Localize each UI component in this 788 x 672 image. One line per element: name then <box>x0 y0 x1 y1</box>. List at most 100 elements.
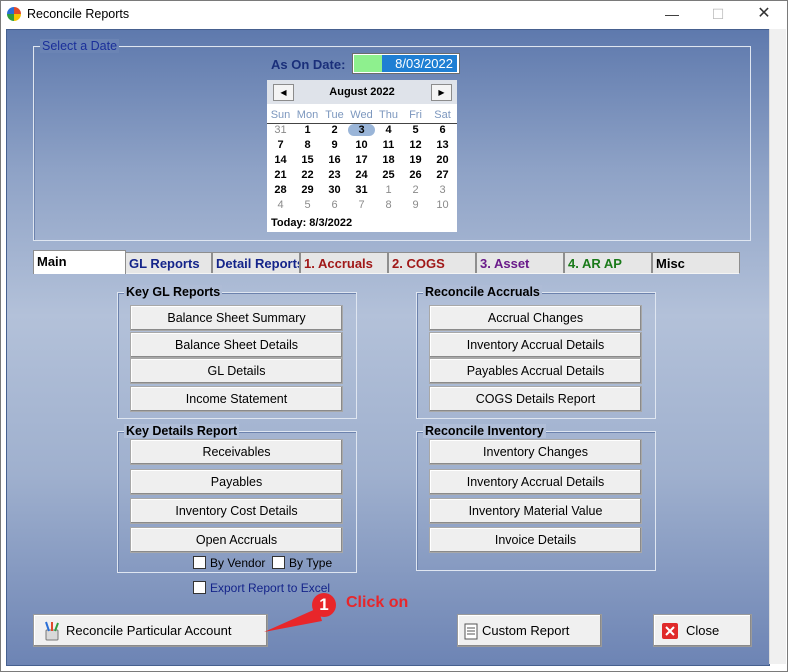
calendar-day[interactable]: 23 <box>321 169 348 181</box>
invoice-details-button[interactable]: Invoice Details <box>429 527 642 553</box>
calendar-day[interactable]: 16 <box>321 154 348 166</box>
custom-report-button[interactable]: Custom Report <box>457 614 602 647</box>
as-on-date-field[interactable]: 8/03/2022 <box>352 53 460 74</box>
calendar-day[interactable]: 2 <box>321 124 348 136</box>
date-field-value: 8/03/2022 <box>395 56 453 71</box>
calendar-weekday: Wed <box>350 109 373 121</box>
reconcile-inventory-title: Reconcile Inventory <box>423 424 546 438</box>
reconcile-particular-account-label: Reconcile Particular Account <box>66 623 232 638</box>
app-logo-icon <box>7 7 21 21</box>
by-type-label: By Type <box>289 556 333 570</box>
minimize-button[interactable]: — <box>649 1 695 29</box>
calendar-weekdays: Sun Mon Tue Wed Thu Fri Sat <box>267 109 457 124</box>
calendar-day[interactable]: 31 <box>348 184 375 196</box>
close-label: Close <box>686 623 720 638</box>
tab-detail-reports[interactable]: Detail Reports <box>212 252 300 273</box>
tab-misc[interactable]: Misc <box>652 252 740 273</box>
by-vendor-label: By Vendor <box>210 556 266 570</box>
calendar-day[interactable]: 13 <box>429 139 456 151</box>
calendar-day[interactable]: 3 <box>348 124 375 136</box>
gl-details-button[interactable]: GL Details <box>130 358 343 384</box>
window-title: Reconcile Reports <box>27 7 130 21</box>
calendar-day[interactable]: 1 <box>294 124 321 136</box>
calendar-day[interactable]: 10 <box>348 139 375 151</box>
calendar-day[interactable]: 7 <box>267 139 294 151</box>
tab-ar-ap[interactable]: 4. AR AP <box>564 252 652 273</box>
calendar-day[interactable]: 9 <box>402 199 429 211</box>
receivables-button[interactable]: Receivables <box>130 439 343 465</box>
calendar-day[interactable]: 20 <box>429 154 456 166</box>
reconcile-particular-account-button[interactable]: Reconcile Particular Account <box>33 614 268 647</box>
income-statement-button[interactable]: Income Statement <box>130 386 343 412</box>
tab-accruals[interactable]: 1. Accruals <box>300 252 388 273</box>
calendar-day[interactable]: 24 <box>348 169 375 181</box>
calendar-day[interactable]: 7 <box>348 199 375 211</box>
calendar-day[interactable]: 30 <box>321 184 348 196</box>
export-excel-checkbox[interactable] <box>193 581 206 594</box>
balance-sheet-summary-button[interactable]: Balance Sheet Summary <box>130 305 343 331</box>
calendar-day[interactable]: 27 <box>429 169 456 181</box>
calendar-day[interactable]: 5 <box>402 124 429 136</box>
tab-cogs[interactable]: 2. COGS <box>388 252 476 273</box>
document-icon <box>464 623 478 640</box>
inventory-cost-details-button[interactable]: Inventory Cost Details <box>130 498 343 524</box>
calendar-day[interactable]: 26 <box>402 169 429 181</box>
calendar-day[interactable]: 11 <box>375 139 402 151</box>
calendar-day[interactable]: 5 <box>294 199 321 211</box>
accrual-changes-button[interactable]: Accrual Changes <box>429 305 642 331</box>
month-calendar[interactable]: ◀ August 2022 ▶ Sun Mon Tue Wed Thu Fri Sat 31… <box>267 80 457 232</box>
calendar-day[interactable]: 28 <box>267 184 294 196</box>
pencil-cup-icon <box>45 621 59 641</box>
calendar-day[interactable]: 4 <box>267 199 294 211</box>
balance-sheet-details-button[interactable]: Balance Sheet Details <box>130 332 343 358</box>
inventory-changes-button[interactable]: Inventory Changes <box>429 439 642 465</box>
calendar-weekday: Thu <box>379 109 398 121</box>
key-details-report-title: Key Details Report <box>124 424 240 438</box>
calendar-day[interactable]: 9 <box>321 139 348 151</box>
calendar-day[interactable]: 6 <box>429 124 456 136</box>
calendar-weekday: Fri <box>409 109 422 121</box>
by-vendor-checkbox[interactable] <box>193 556 206 569</box>
calendar-day[interactable]: 10 <box>429 199 456 211</box>
calendar-today[interactable]: Today: 8/3/2022 <box>271 217 352 229</box>
callout-step-badge: 1 <box>312 593 336 617</box>
tab-main[interactable]: Main <box>33 250 126 274</box>
calendar-day[interactable]: 3 <box>429 184 456 196</box>
calendar-day[interactable]: 17 <box>348 154 375 166</box>
calendar-day[interactable]: 31 <box>267 124 294 136</box>
calendar-day[interactable]: 4 <box>375 124 402 136</box>
payables-accrual-details-button[interactable]: Payables Accrual Details <box>429 358 642 384</box>
calendar-day[interactable]: 29 <box>294 184 321 196</box>
inventory-material-value-button[interactable]: Inventory Material Value <box>429 498 642 524</box>
calendar-day[interactable]: 14 <box>267 154 294 166</box>
calendar-day[interactable]: 6 <box>321 199 348 211</box>
calendar-day[interactable]: 12 <box>402 139 429 151</box>
cogs-details-report-button[interactable]: COGS Details Report <box>429 386 642 412</box>
maximize-button[interactable]: ☐ <box>695 1 741 29</box>
close-window-button[interactable]: ✕ <box>741 1 787 29</box>
inventory-accrual-details-button[interactable]: Inventory Accrual Details <box>429 332 642 358</box>
callout-text: Click on <box>346 594 409 611</box>
reconcile-accruals-title: Reconcile Accruals <box>423 285 542 299</box>
open-accruals-button[interactable]: Open Accruals <box>130 527 343 553</box>
calendar-day[interactable]: 1 <box>375 184 402 196</box>
vertical-scrollbar[interactable] <box>769 29 786 664</box>
close-button[interactable]: Close <box>653 614 752 647</box>
calendar-day[interactable]: 8 <box>375 199 402 211</box>
calendar-day[interactable]: 15 <box>294 154 321 166</box>
calendar-day[interactable]: 25 <box>375 169 402 181</box>
next-month-icon[interactable]: ▶ <box>431 84 452 101</box>
calendar-day[interactable]: 8 <box>294 139 321 151</box>
tab-gl-reports[interactable]: GL Reports <box>125 252 212 273</box>
tab-asset[interactable]: 3. Asset <box>476 252 564 273</box>
calendar-month: August 2022 <box>329 86 395 98</box>
by-type-checkbox[interactable] <box>272 556 285 569</box>
calendar-day[interactable]: 2 <box>402 184 429 196</box>
key-gl-reports-title: Key GL Reports <box>124 285 223 299</box>
calendar-day[interactable]: 21 <box>267 169 294 181</box>
calendar-day[interactable]: 18 <box>375 154 402 166</box>
calendar-day[interactable]: 19 <box>402 154 429 166</box>
payables-button[interactable]: Payables <box>130 469 343 495</box>
calendar-day[interactable]: 22 <box>294 169 321 181</box>
inventory-accrual-details-2-button[interactable]: Inventory Accrual Details <box>429 469 642 495</box>
